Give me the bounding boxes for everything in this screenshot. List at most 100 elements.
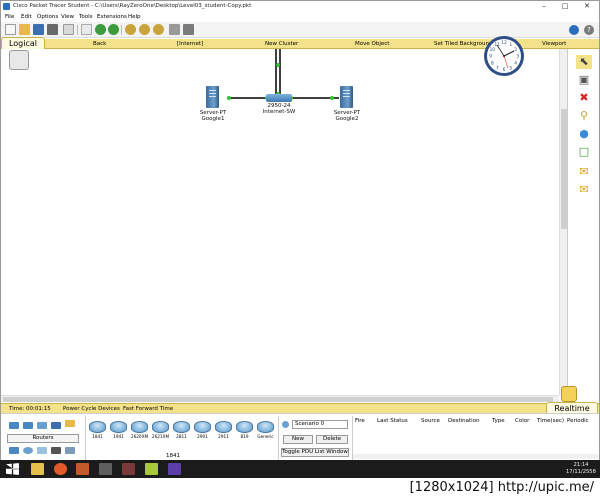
browser-icon[interactable] xyxy=(54,463,67,475)
close-button[interactable]: ✕ xyxy=(578,1,596,12)
cloud-category-icon[interactable] xyxy=(65,447,75,454)
clock-icon: 121234567891011 xyxy=(484,36,524,76)
app-icon[interactable] xyxy=(145,463,158,475)
maximize-button[interactable]: □ xyxy=(556,1,574,12)
internet-cluster-label[interactable]: [Internet] xyxy=(177,41,203,47)
system-clock[interactable]: 21:14 17/11/2558 xyxy=(566,462,596,475)
multiuser-category-icon[interactable] xyxy=(51,447,61,454)
redo-icon[interactable] xyxy=(108,24,119,35)
wireless-category-icon[interactable] xyxy=(51,422,61,429)
hubs-category-icon[interactable] xyxy=(37,422,47,429)
info-icon[interactable] xyxy=(569,25,579,35)
move-object-button[interactable]: Move Object xyxy=(355,41,389,47)
zoom-in-icon[interactable] xyxy=(125,24,136,35)
packet-tracer-icon xyxy=(3,3,10,10)
zoom-out-icon[interactable] xyxy=(153,24,164,35)
new-scenario-button[interactable]: New xyxy=(283,435,313,444)
selected-model-label: 1841 xyxy=(166,453,180,459)
back-button[interactable]: Back xyxy=(93,41,106,47)
undo-icon[interactable] xyxy=(95,24,106,35)
scenario-select[interactable]: Scenario 0 xyxy=(292,420,348,429)
delete-scenario-button[interactable]: Delete xyxy=(316,435,348,444)
info-icon[interactable] xyxy=(282,421,289,428)
app-icon[interactable] xyxy=(99,463,112,475)
fast-forward-button[interactable]: Fast Forward Time xyxy=(123,406,173,412)
server-google1[interactable] xyxy=(206,86,219,108)
router-icon xyxy=(194,421,211,433)
resize-shape-icon[interactable]: □ xyxy=(576,145,592,159)
app-icon[interactable] xyxy=(122,463,135,475)
note-icon[interactable]: ▣ xyxy=(576,73,592,87)
connections-category-icon[interactable] xyxy=(65,420,75,427)
model-819[interactable]: 819 xyxy=(235,421,254,443)
column-header: Color xyxy=(515,418,530,424)
open-folder-icon[interactable] xyxy=(19,24,30,35)
watermark-text: [1280x1024] http://upic.me/ xyxy=(409,480,594,495)
menu-file[interactable]: File xyxy=(5,14,14,20)
server-google2[interactable] xyxy=(340,86,353,108)
save-icon[interactable] xyxy=(33,24,44,35)
drawing-palette-icon[interactable] xyxy=(169,24,180,35)
routers-category-icon[interactable] xyxy=(9,422,19,429)
device-name-label: Google2 xyxy=(335,116,359,122)
select-icon[interactable]: ⬉ xyxy=(576,55,592,69)
switches-category-icon[interactable] xyxy=(23,422,33,429)
logical-workspace[interactable]: Server-PT Google1 2950-24 Internet-SW Se… xyxy=(1,49,559,395)
model-2621xm[interactable]: 2621XM xyxy=(151,421,170,443)
clock-numeral: 6 xyxy=(503,67,506,73)
logical-view-icon[interactable] xyxy=(9,50,29,70)
horizontal-scrollbar[interactable] xyxy=(1,395,559,402)
zoom-reset-icon[interactable] xyxy=(139,24,150,35)
viewport-button[interactable]: Viewport xyxy=(542,41,566,47)
realtime-clock-icon[interactable] xyxy=(561,386,577,402)
router-model-list: 1841 1941 2620XM 2621XM 2811 2901 2911 8… xyxy=(85,416,275,460)
model-1941[interactable]: 1941 xyxy=(109,421,128,443)
model-2901[interactable]: 2901 xyxy=(193,421,212,443)
model-2620xm[interactable]: 2620XM xyxy=(130,421,149,443)
model-1841[interactable]: 1841 xyxy=(88,421,107,443)
clock-numeral: 5 xyxy=(509,65,512,71)
minimize-button[interactable]: – xyxy=(535,1,553,12)
inspect-icon[interactable]: ⚲ xyxy=(576,109,592,123)
clock-numeral: 7 xyxy=(496,65,499,71)
toggle-pdu-list-button[interactable]: Toggle PDU List Window xyxy=(281,448,349,457)
menu-edit[interactable]: Edit xyxy=(21,14,32,20)
wan-emulation-category-icon[interactable] xyxy=(23,447,33,454)
activity-wizard-icon[interactable] xyxy=(63,24,74,35)
model-generic[interactable]: Generic xyxy=(256,421,275,443)
menu-options[interactable]: Options xyxy=(37,14,58,20)
column-header: Periodic xyxy=(567,418,589,424)
print-icon[interactable] xyxy=(47,24,58,35)
model-2911[interactable]: 2911 xyxy=(214,421,233,443)
device-name-label: Google1 xyxy=(201,116,225,122)
menu-help[interactable]: Help xyxy=(128,14,141,20)
custom-devices-category-icon[interactable] xyxy=(37,447,47,454)
new-cluster-button[interactable]: New Cluster xyxy=(265,41,298,47)
menu-extensions[interactable]: Extensions xyxy=(97,14,127,20)
draw-shape-icon[interactable]: ● xyxy=(576,127,592,141)
model-2811[interactable]: 2811 xyxy=(172,421,191,443)
visual-studio-icon[interactable] xyxy=(168,463,181,475)
power-cycle-button[interactable]: Power Cycle Devices xyxy=(63,406,120,412)
copy-icon[interactable] xyxy=(81,24,92,35)
vertical-scrollbar[interactable] xyxy=(559,49,567,395)
app-window: Cisco Packet Tracer Student - C:\Users\R… xyxy=(0,0,600,461)
help-icon[interactable]: ? xyxy=(584,25,594,35)
media-player-icon[interactable] xyxy=(76,463,89,475)
file-explorer-icon[interactable] xyxy=(31,463,44,475)
add-simple-pdu-icon[interactable]: ✉ xyxy=(576,165,592,179)
device-categories: Routers xyxy=(3,416,81,460)
menu-view[interactable]: View xyxy=(61,14,74,20)
new-file-icon[interactable] xyxy=(5,24,16,35)
add-complex-pdu-icon[interactable]: ✉ xyxy=(576,183,592,197)
switch-internet-sw[interactable] xyxy=(266,94,292,102)
logical-tab[interactable]: Logical xyxy=(1,37,45,49)
delete-icon[interactable]: ✖ xyxy=(576,91,592,105)
end-devices-category-icon[interactable] xyxy=(9,447,19,454)
column-header: Last Status xyxy=(377,418,408,424)
menu-tools[interactable]: Tools xyxy=(79,14,93,20)
custom-devices-icon[interactable] xyxy=(183,24,194,35)
pdu-table-scrollbar[interactable] xyxy=(353,454,599,459)
start-icon[interactable] xyxy=(6,463,19,475)
clock-numeral: 12 xyxy=(501,40,507,46)
